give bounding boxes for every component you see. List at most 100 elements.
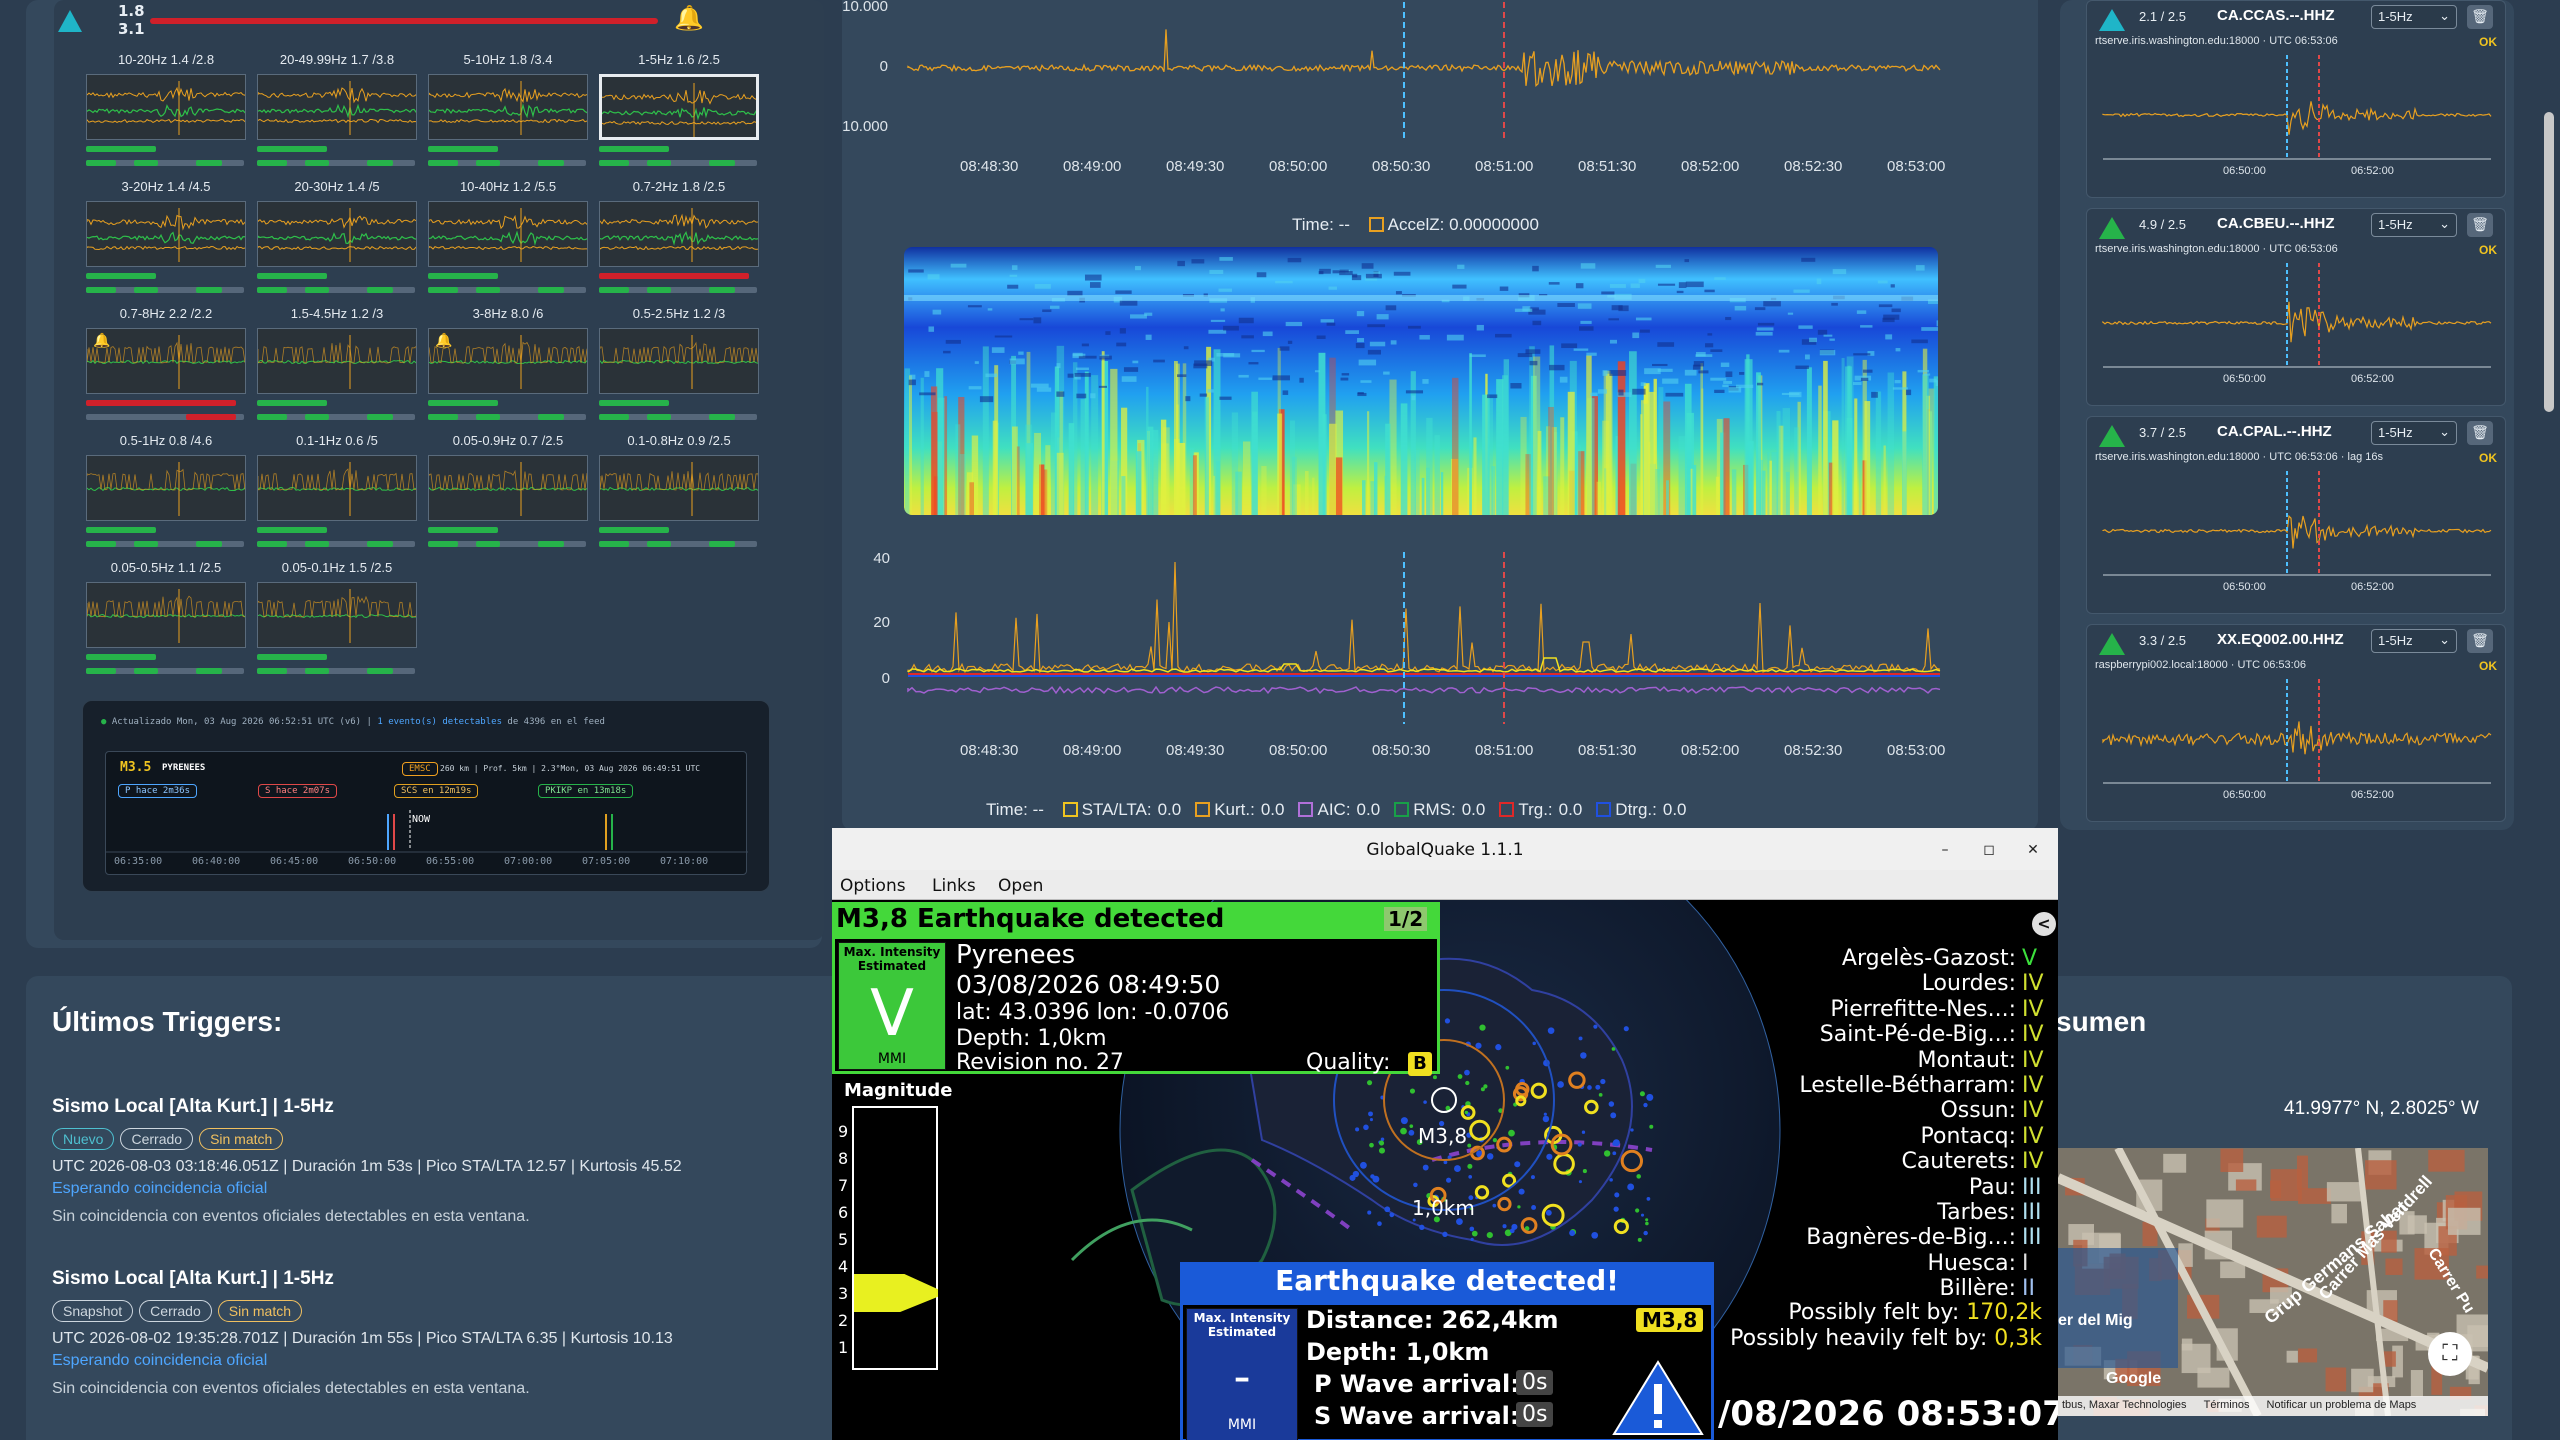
satellite-map[interactable]: Grup Germans Sabat Carrer Mas Vendrell C… xyxy=(2058,1148,2488,1416)
trigger-link[interactable]: Esperando coincidencia oficial xyxy=(52,1352,772,1370)
timeline-tick: 06:40:00 xyxy=(192,856,241,867)
ratio-bottom: 3.1 xyxy=(118,20,145,38)
filter-thumb[interactable]: 20-30Hz 1.4 /5 xyxy=(257,179,417,297)
station-card[interactable]: 2.1 / 2.5 CA.CCAS.--.HHZ 1-5Hz ⌄ 🗑 rtserve.ir… xyxy=(2086,0,2506,198)
sta-y-tick: 0 xyxy=(881,670,890,687)
trigger-item[interactable]: Sismo Local [Alta Kurt.] | 1-5Hz Snapshot… xyxy=(52,1268,772,1398)
filter-thumb[interactable]: 0.05-0.5Hz 1.1 /2.5 xyxy=(86,560,246,678)
spectro-speck xyxy=(1121,376,1137,382)
spectro-speck xyxy=(985,373,998,378)
filter-thumb[interactable]: 20-49.99Hz 1.7 /3.8 xyxy=(257,52,417,170)
station-dot xyxy=(1598,1092,1603,1097)
station-dot xyxy=(1578,1180,1582,1184)
minimize-icon[interactable]: – xyxy=(1932,837,1958,863)
spectro-speck xyxy=(1549,364,1565,371)
page-indicator[interactable]: 1/2 xyxy=(1384,907,1428,931)
spectro-speck xyxy=(1326,322,1336,326)
station-card[interactable]: 3.7 / 2.5 CA.CPAL.--.HHZ 1-5Hz ⌄ 🗑 rtserve.ir… xyxy=(2086,416,2506,614)
filter-thumb[interactable]: 1-5Hz 1.6 /2.5 xyxy=(599,52,759,170)
bell-icon[interactable]: 🔔 xyxy=(674,4,704,32)
heavy-label: Possibly heavily felt by: xyxy=(1730,1326,1988,1351)
trigger-note: Sin coincidencia con eventos oficiales d… xyxy=(52,1208,530,1225)
close-icon[interactable]: ✕ xyxy=(2020,837,2046,863)
spectro-speck xyxy=(1895,348,1901,352)
timeline-events-link[interactable]: 1 evento(s) detectables xyxy=(377,717,502,727)
spectro-speck xyxy=(932,309,942,315)
station-card[interactable]: 3.3 / 2.5 XX.EQ002.00.HHZ 1-5Hz ⌄ 🗑 raspberry… xyxy=(2086,624,2506,822)
station-dot xyxy=(1475,1042,1482,1049)
trigger-link[interactable]: Esperando coincidencia oficial xyxy=(52,1180,772,1198)
lta-bar xyxy=(647,160,671,166)
station-card[interactable]: 4.9 / 2.5 CA.CBEU.--.HHZ 1-5Hz ⌄ 🗑 rtserve.ir… xyxy=(2086,208,2506,406)
station-dot xyxy=(1389,1212,1395,1218)
menu-options[interactable]: Options xyxy=(840,876,906,896)
station-tick: 06:52:00 xyxy=(2351,373,2394,385)
menu-open[interactable]: Open xyxy=(998,876,1043,896)
spectro-streak xyxy=(1251,391,1258,515)
trigger-title: Sismo Local [Alta Kurt.] | 1-5Hz xyxy=(52,1096,334,1117)
spectro-speck xyxy=(1009,274,1018,277)
fullscreen-icon[interactable]: ⛶ xyxy=(2428,1332,2472,1376)
lta-bar xyxy=(257,414,287,420)
map-report[interactable]: Notificar un problema de Maps xyxy=(2267,1399,2417,1411)
trigger-item[interactable]: Sismo Local [Alta Kurt.] | 1-5Hz Nuevo Cer… xyxy=(52,1096,772,1226)
lta-bar xyxy=(599,287,629,293)
filter-thumb[interactable]: 1.5-4.5Hz 1.2 /3 xyxy=(257,306,417,424)
filter-bars xyxy=(599,400,759,424)
spectro-speck xyxy=(928,326,935,332)
spectro-speck xyxy=(1763,301,1781,307)
trash-icon[interactable]: 🗑 xyxy=(2467,213,2493,237)
station-filter-select[interactable]: 1-5Hz ⌄ xyxy=(2371,213,2457,237)
station-dot xyxy=(1457,1074,1463,1079)
filter-waveform xyxy=(257,74,417,140)
filter-thumb[interactable]: 5-10Hz 1.8 /3.4 xyxy=(428,52,588,170)
scrollbar-thumb[interactable] xyxy=(2544,112,2554,412)
filter-thumb[interactable]: 0.05-0.1Hz 1.5 /2.5 xyxy=(257,560,417,678)
station-dot xyxy=(1645,1221,1649,1226)
filter-thumb[interactable]: 10-20Hz 1.4 /2.8 xyxy=(86,52,246,170)
filter-thumb[interactable]: 0.7-2Hz 1.8 /2.5 xyxy=(599,179,759,297)
filter-thumb[interactable]: 0.5-2.5Hz 1.2 /3 xyxy=(599,306,759,424)
trash-icon[interactable]: 🗑 xyxy=(2467,5,2493,29)
station-dot xyxy=(1408,1129,1415,1136)
spectro-streak xyxy=(1414,449,1420,515)
filter-thumb[interactable]: 0.5-1Hz 0.8 /4.6 xyxy=(86,433,246,551)
legend-value: 0.0 xyxy=(1662,800,1687,819)
station-filter-select[interactable]: 1-5Hz ⌄ xyxy=(2371,629,2457,653)
maximize-icon[interactable]: ◻ xyxy=(1976,837,2002,863)
station-trace xyxy=(2102,721,2492,755)
spectro-speck xyxy=(1609,339,1618,344)
city-mmi: IV xyxy=(2022,971,2044,997)
spectro-streak xyxy=(1182,363,1187,515)
trigger-pills: Nuevo Cerrado Sin match xyxy=(52,1128,772,1150)
spectro-speck xyxy=(1116,342,1127,347)
spectro-streak xyxy=(1678,436,1686,515)
station-dot xyxy=(1377,1221,1382,1227)
filter-thumb[interactable]: 0.05-0.9Hz 0.7 /2.5 xyxy=(428,433,588,551)
filter-thumb[interactable]: 0.7-8Hz 2.2 /2.2 🔔 xyxy=(86,306,246,424)
spectro-streak xyxy=(931,411,938,515)
trash-icon[interactable]: 🗑 xyxy=(2467,421,2493,445)
map-terms[interactable]: Términos xyxy=(2204,1399,2250,1411)
filter-thumb[interactable]: 0.1-0.8Hz 0.9 /2.5 xyxy=(599,433,759,551)
spectro-speck xyxy=(1917,369,1929,373)
filter-thumb[interactable]: 0.1-1Hz 0.6 /5 xyxy=(257,433,417,551)
felt-row: Possibly felt by: 170,2k xyxy=(1788,1300,2042,1325)
filter-thumb[interactable]: 10-40Hz 1.2 /5.5 xyxy=(428,179,588,297)
city-row: Tarbes: III xyxy=(1937,1200,2042,1225)
roof xyxy=(2410,1370,2423,1397)
station-dot xyxy=(1464,1069,1470,1076)
lta-bar xyxy=(428,287,458,293)
trash-icon[interactable]: 🗑 xyxy=(2467,629,2493,653)
station-filter-select[interactable]: 1-5Hz ⌄ xyxy=(2371,5,2457,29)
filter-thumb[interactable]: 3-8Hz 8.0 /6 🔔 xyxy=(428,306,588,424)
spectro-speck xyxy=(1911,339,1928,344)
filter-thumb[interactable]: 3-20Hz 1.4 /4.5 xyxy=(86,179,246,297)
collapse-icon[interactable]: < xyxy=(2032,912,2056,936)
spectro-speck xyxy=(1365,273,1382,279)
roof xyxy=(2447,1207,2481,1235)
station-filter-select[interactable]: 1-5Hz ⌄ xyxy=(2371,421,2457,445)
menu-links[interactable]: Links xyxy=(932,876,976,896)
spectro-speck xyxy=(1319,268,1331,274)
spectro-speck xyxy=(1618,389,1624,396)
